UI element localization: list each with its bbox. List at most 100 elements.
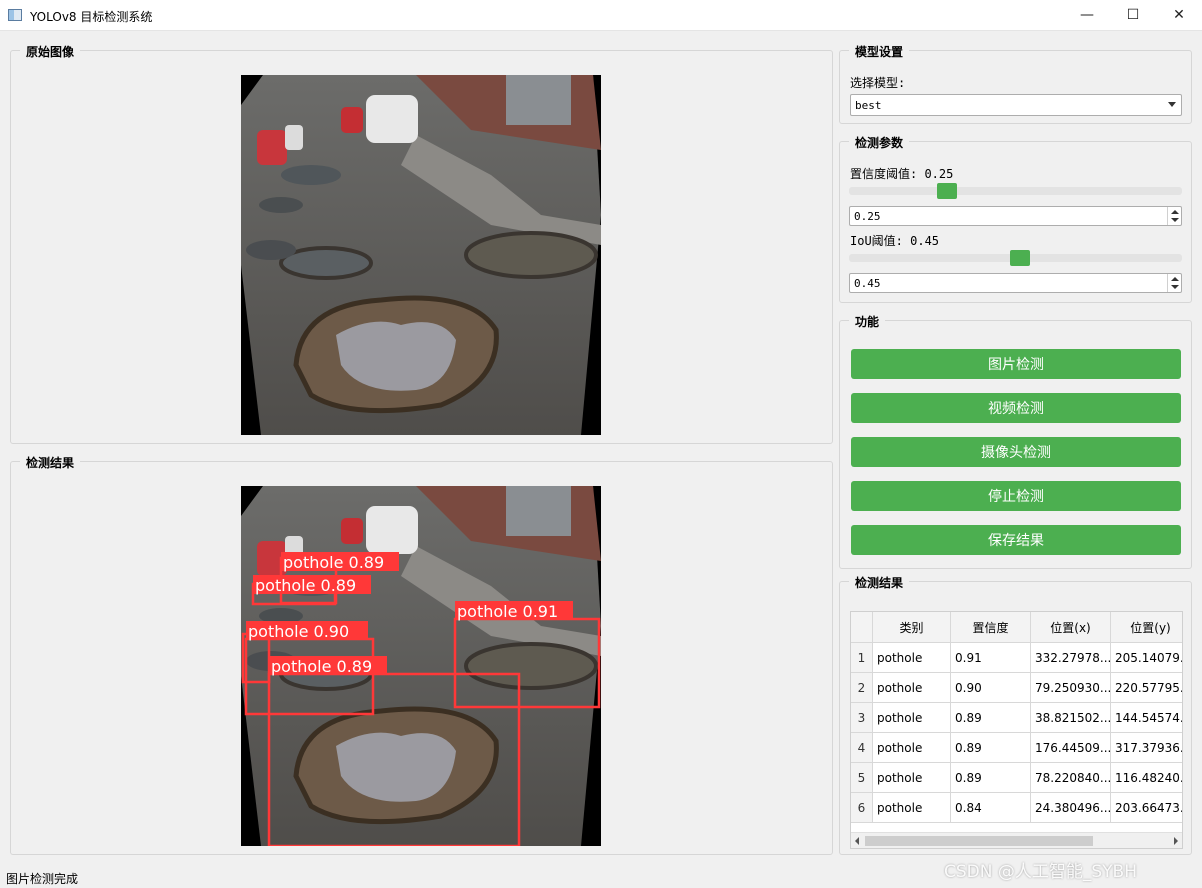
chevron-down-icon — [1168, 102, 1176, 107]
spin-up-icon[interactable] — [1171, 277, 1179, 281]
original-image-group: 原始图像 — [10, 43, 833, 444]
confidence-slider-handle[interactable] — [937, 183, 957, 199]
maximize-icon: ☐ — [1126, 7, 1140, 23]
watermark: CSDN @人工智能_SYBH — [944, 862, 1137, 882]
model-select-value: best — [855, 99, 882, 112]
detection-label: pothole 0.89 — [271, 657, 372, 676]
model-select[interactable]: best — [850, 94, 1182, 116]
road-image-original — [241, 75, 601, 435]
functions-group: 功能 图片检测 视频检测 摄像头检测 停止检测 保存结果 — [839, 313, 1192, 569]
cell-class[interactable]: pothole — [873, 703, 951, 733]
cell-class[interactable]: pothole — [873, 763, 951, 793]
original-image-title: 原始图像 — [20, 43, 81, 60]
window-title: YOLOv8 目标检测系统 — [30, 10, 153, 24]
result-image: pothole 0.91 pothole 0.90 pothole 0.89 p… — [241, 486, 601, 846]
iou-slider-handle[interactable] — [1010, 250, 1030, 266]
scroll-right-icon[interactable] — [1174, 837, 1178, 845]
camera-detect-button[interactable]: 摄像头检测 — [851, 437, 1181, 467]
model-label: 选择模型: — [850, 76, 906, 90]
scroll-left-icon[interactable] — [855, 837, 859, 845]
cell-confidence[interactable]: 0.90 — [951, 673, 1031, 703]
functions-title: 功能 — [849, 313, 886, 330]
cell-position-x[interactable]: 38.821502... — [1031, 703, 1111, 733]
cell-confidence[interactable]: 0.89 — [951, 733, 1031, 763]
spin-down-icon[interactable] — [1171, 285, 1179, 289]
detection-label: pothole 0.91 — [457, 602, 558, 621]
cell-class[interactable]: pothole — [873, 793, 951, 823]
scrollbar-thumb[interactable] — [865, 836, 1093, 846]
cell-position-y[interactable]: 203.66473... — [1111, 793, 1182, 823]
row-index[interactable]: 1 — [851, 643, 873, 673]
cell-confidence[interactable]: 0.89 — [951, 703, 1031, 733]
results-table[interactable]: 类别 置信度 位置(x) 位置(y) 1 pothole 0.91 332.27… — [850, 611, 1183, 849]
title-bar: YOLOv8 目标检测系统 — ☐ ✕ — [0, 0, 1202, 31]
original-image — [241, 75, 601, 435]
stop-detect-button[interactable]: 停止检测 — [851, 481, 1181, 511]
detection-params-title: 检测参数 — [849, 134, 910, 151]
iou-slider[interactable] — [849, 250, 1182, 266]
app-icon — [8, 9, 22, 21]
cell-position-y[interactable]: 317.37936... — [1111, 733, 1182, 763]
table-row[interactable]: 1 pothole 0.91 332.27978... 205.14079... — [851, 643, 1182, 673]
results-table-title: 检测结果 — [849, 574, 910, 591]
confidence-spinbox-value: 0.25 — [854, 210, 881, 223]
cell-confidence[interactable]: 0.84 — [951, 793, 1031, 823]
spin-up-icon[interactable] — [1171, 210, 1179, 214]
spin-down-icon[interactable] — [1171, 218, 1179, 222]
cell-confidence[interactable]: 0.91 — [951, 643, 1031, 673]
table-row[interactable]: 4 pothole 0.89 176.44509... 317.37936... — [851, 733, 1182, 763]
detection-params-group: 检测参数 置信度阈值: 0.25 0.25 IoU阈值: 0.45 0.45 — [839, 134, 1192, 303]
horizontal-scrollbar[interactable] — [851, 832, 1182, 848]
table-header: 类别 置信度 位置(x) 位置(y) — [851, 612, 1182, 643]
row-index[interactable]: 4 — [851, 733, 873, 763]
detection-label: pothole 0.89 — [283, 553, 384, 572]
table-row[interactable]: 6 pothole 0.84 24.380496... 203.66473... — [851, 793, 1182, 823]
cell-class[interactable]: pothole — [873, 673, 951, 703]
header-position-x[interactable]: 位置(x) — [1031, 612, 1111, 643]
cell-class[interactable]: pothole — [873, 733, 951, 763]
confidence-slider[interactable] — [849, 183, 1182, 199]
iou-spinbox-buttons[interactable] — [1167, 274, 1181, 292]
cell-position-y[interactable]: 116.48240... — [1111, 763, 1182, 793]
iou-spinbox-value: 0.45 — [854, 277, 881, 290]
confidence-label: 置信度阈值: 0.25 — [850, 167, 954, 181]
confidence-spinbox[interactable]: 0.25 — [849, 206, 1182, 226]
row-index[interactable]: 2 — [851, 673, 873, 703]
cell-confidence[interactable]: 0.89 — [951, 763, 1031, 793]
row-index[interactable]: 6 — [851, 793, 873, 823]
confidence-spinbox-buttons[interactable] — [1167, 207, 1181, 225]
cell-class[interactable]: pothole — [873, 643, 951, 673]
close-button[interactable]: ✕ — [1156, 0, 1202, 30]
table-row[interactable]: 2 pothole 0.90 79.250930... 220.57795... — [851, 673, 1182, 703]
image-detect-button[interactable]: 图片检测 — [851, 349, 1181, 379]
cell-position-y[interactable]: 220.57795... — [1111, 673, 1182, 703]
cell-position-x[interactable]: 24.380496... — [1031, 793, 1111, 823]
model-settings-title: 模型设置 — [849, 43, 910, 60]
cell-position-y[interactable]: 144.54574... — [1111, 703, 1182, 733]
cell-position-x[interactable]: 176.44509... — [1031, 733, 1111, 763]
detection-label: pothole 0.90 — [248, 622, 349, 641]
iou-spinbox[interactable]: 0.45 — [849, 273, 1182, 293]
header-class[interactable]: 类别 — [873, 612, 951, 643]
result-image-title: 检测结果 — [20, 454, 81, 471]
cell-position-y[interactable]: 205.14079... — [1111, 643, 1182, 673]
table-corner[interactable] — [851, 612, 873, 643]
minimize-button[interactable]: — — [1064, 0, 1110, 30]
row-index[interactable]: 3 — [851, 703, 873, 733]
header-confidence[interactable]: 置信度 — [951, 612, 1031, 643]
video-detect-button[interactable]: 视频检测 — [851, 393, 1181, 423]
cell-position-x[interactable]: 78.220840... — [1031, 763, 1111, 793]
header-position-y[interactable]: 位置(y) — [1111, 612, 1182, 643]
road-image-detected: pothole 0.91 pothole 0.90 pothole 0.89 p… — [241, 486, 601, 846]
maximize-button[interactable]: ☐ — [1110, 0, 1156, 30]
close-icon: ✕ — [1173, 7, 1185, 23]
row-index[interactable]: 5 — [851, 763, 873, 793]
result-image-group: 检测结果 pothole 0.91 pothole 0.90 pothole 0… — [10, 454, 833, 855]
save-result-button[interactable]: 保存结果 — [851, 525, 1181, 555]
cell-position-x[interactable]: 79.250930... — [1031, 673, 1111, 703]
table-row[interactable]: 3 pothole 0.89 38.821502... 144.54574... — [851, 703, 1182, 733]
cell-position-x[interactable]: 332.27978... — [1031, 643, 1111, 673]
status-text: 图片检测完成 — [6, 872, 79, 886]
table-row[interactable]: 5 pothole 0.89 78.220840... 116.48240... — [851, 763, 1182, 793]
detection-label: pothole 0.89 — [255, 576, 356, 595]
